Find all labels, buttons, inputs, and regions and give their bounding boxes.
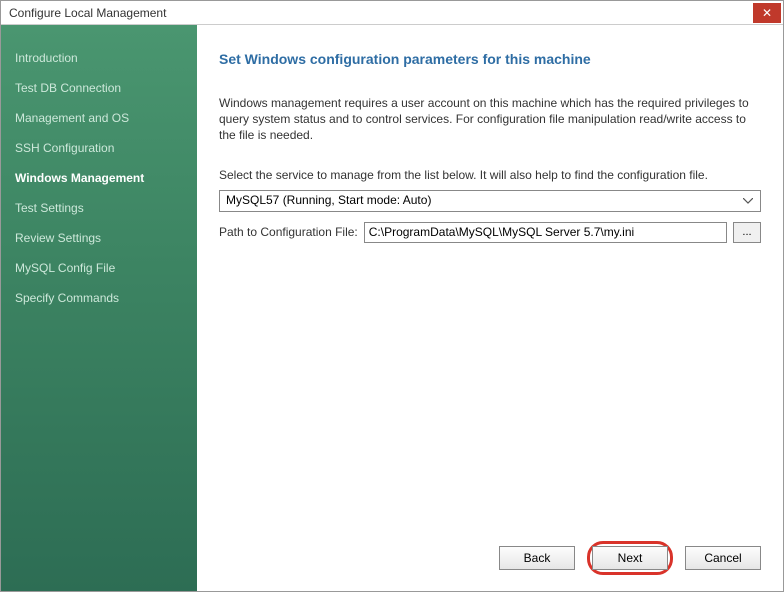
wizard-window: Configure Local Management ✕ Introductio…: [0, 0, 784, 592]
sidebar-item-windows-management[interactable]: Windows Management: [1, 163, 197, 193]
service-select-label: Select the service to manage from the li…: [219, 168, 761, 182]
back-button[interactable]: Back: [499, 546, 575, 570]
config-path-input[interactable]: [364, 222, 727, 243]
sidebar-item-label: Management and OS: [15, 111, 129, 125]
titlebar: Configure Local Management ✕: [1, 1, 783, 25]
sidebar-item-test-settings[interactable]: Test Settings: [1, 193, 197, 223]
sidebar-item-mysql-config-file[interactable]: MySQL Config File: [1, 253, 197, 283]
close-button[interactable]: ✕: [753, 3, 781, 23]
config-path-label: Path to Configuration File:: [219, 225, 358, 239]
sidebar-item-review-settings[interactable]: Review Settings: [1, 223, 197, 253]
main-panel: Set Windows configuration parameters for…: [197, 25, 783, 591]
sidebar-item-management-and-os[interactable]: Management and OS: [1, 103, 197, 133]
sidebar: Introduction Test DB Connection Manageme…: [1, 25, 197, 591]
next-button-label: Next: [618, 551, 643, 565]
window-title: Configure Local Management: [9, 6, 166, 20]
description-text: Windows management requires a user accou…: [219, 95, 761, 144]
sidebar-item-label: Test Settings: [15, 201, 84, 215]
cancel-button[interactable]: Cancel: [685, 546, 761, 570]
page-title: Set Windows configuration parameters for…: [219, 51, 761, 67]
close-icon: ✕: [762, 6, 772, 20]
footer-buttons: Back Next Cancel: [499, 541, 761, 575]
sidebar-item-label: SSH Configuration: [15, 141, 114, 155]
sidebar-item-label: Test DB Connection: [15, 81, 121, 95]
sidebar-item-label: MySQL Config File: [15, 261, 115, 275]
body: Introduction Test DB Connection Manageme…: [1, 25, 783, 591]
sidebar-item-label: Windows Management: [15, 171, 144, 185]
browse-button-label: ...: [742, 226, 751, 238]
service-select-row: MySQL57 (Running, Start mode: Auto): [219, 190, 761, 212]
sidebar-item-specify-commands[interactable]: Specify Commands: [1, 283, 197, 313]
service-select[interactable]: MySQL57 (Running, Start mode: Auto): [219, 190, 761, 212]
cancel-button-label: Cancel: [704, 551, 741, 565]
sidebar-item-label: Specify Commands: [15, 291, 119, 305]
sidebar-item-label: Introduction: [15, 51, 78, 65]
config-path-row: Path to Configuration File: ...: [219, 222, 761, 243]
sidebar-item-ssh-configuration[interactable]: SSH Configuration: [1, 133, 197, 163]
next-button[interactable]: Next: [592, 546, 668, 570]
sidebar-item-label: Review Settings: [15, 231, 101, 245]
browse-button[interactable]: ...: [733, 222, 761, 243]
service-select-value: MySQL57 (Running, Start mode: Auto): [226, 193, 431, 207]
sidebar-item-introduction[interactable]: Introduction: [1, 43, 197, 73]
back-button-label: Back: [524, 551, 551, 565]
highlight-annotation: Next: [587, 541, 673, 575]
sidebar-item-test-db-connection[interactable]: Test DB Connection: [1, 73, 197, 103]
